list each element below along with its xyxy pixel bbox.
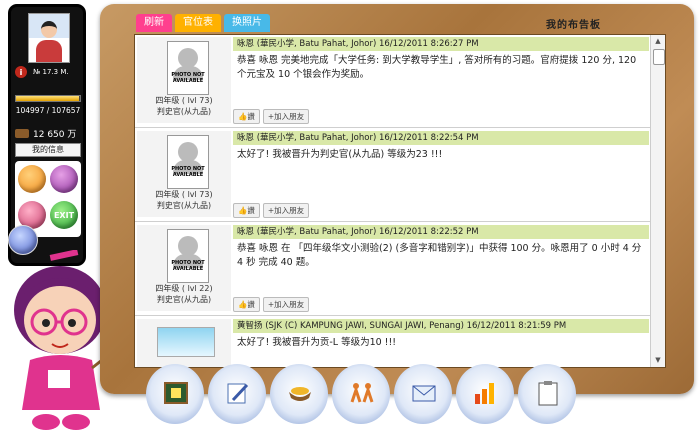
bar-chart-icon (475, 383, 494, 404)
post-body: 太好了! 我被晋升为判史官(从九品) 等级为23 !!! (237, 149, 443, 160)
post-body: 太好了! 我被晋升为贡-L 等级为10 !!! (237, 337, 397, 348)
post-feed: PHOTO NOT AVAILABLE 四年级 ( lvl 73) 判史官(从九… (135, 35, 651, 367)
dock-friends[interactable] (332, 364, 390, 424)
board-tabs: 刷新 官位表 换照片 (136, 14, 270, 32)
like-button[interactable]: 👍讚 (233, 109, 260, 124)
post-header: 黄智扬 (SJK (C) KAMPUNG JAWI, SUNGAI JAWI, … (233, 319, 649, 333)
my-info-button[interactable]: 我的信息 (15, 143, 81, 157)
dock-statistics[interactable] (456, 364, 514, 424)
post: 黄智扬 (SJK (C) KAMPUNG JAWI, SUNGAI JAWI, … (135, 317, 651, 367)
info-row: i № 17.3 M. (15, 65, 83, 79)
post: PHOTO NOT AVAILABLE 四年级 ( lvl 73) 判史官(从九… (135, 129, 651, 222)
dock-write[interactable] (208, 364, 266, 424)
bottom-dock (146, 364, 576, 424)
author-rank: 判史官(从九品) (156, 201, 212, 210)
mascot-shoe-right (62, 414, 90, 430)
feed-scrollbar[interactable]: ▲ ▼ (650, 35, 665, 367)
gold-ingot-icon (289, 387, 311, 401)
post-author: PHOTO NOT AVAILABLE 四年级 ( lvl 22) 判史官(从九… (137, 225, 231, 311)
post-author: PHOTO NOT AVAILABLE 四年级 ( lvl 73) 判史官(从九… (137, 131, 231, 217)
info-icon[interactable]: i (15, 66, 27, 78)
photo-placeholder-text: PHOTO NOT AVAILABLE (171, 260, 205, 272)
experience-fill (16, 96, 79, 101)
post-header: 咏恩 (華民小学, Batu Pahat, Johor) 16/12/2011 … (233, 131, 649, 145)
points-text: 104997 / 107657 (15, 106, 81, 115)
author-picture[interactable] (157, 327, 215, 357)
post-header: 咏恩 (華民小学, Batu Pahat, Johor) 16/12/2011 … (233, 37, 649, 51)
photo-placeholder[interactable]: PHOTO NOT AVAILABLE (167, 41, 209, 95)
treasure-chest-icon (15, 128, 29, 138)
mascot-shoe-left (32, 414, 60, 430)
rank-text: № 17.3 M. (33, 68, 69, 76)
dock-notice-board[interactable] (146, 364, 204, 424)
photo-placeholder-text: PHOTO NOT AVAILABLE (171, 166, 205, 178)
post-body: 恭喜 咏恩 完美地完成「大学任务: 到大学教导学生」, 答对所有的习题。官府提拨… (237, 55, 637, 80)
photo-placeholder[interactable]: PHOTO NOT AVAILABLE (167, 135, 209, 189)
dock-mail[interactable] (394, 364, 452, 424)
post-actions: 👍讚 +加入朋友 (233, 297, 310, 312)
post: PHOTO NOT AVAILABLE 四年级 ( lvl 73) 判史官(从九… (135, 35, 651, 128)
like-button[interactable]: 👍讚 (233, 203, 260, 218)
dock-treasure[interactable] (270, 364, 328, 424)
scroll-thumb[interactable] (653, 49, 665, 65)
post-author: PHOTO NOT AVAILABLE 四年级 ( lvl 73) 判史官(从九… (137, 37, 231, 123)
silhouette-icon (178, 236, 198, 256)
mascot-badge (48, 370, 70, 388)
notice-board-icon (164, 382, 188, 404)
add-friend-button[interactable]: +加入朋友 (262, 203, 310, 218)
mascot-eye-right (68, 319, 76, 327)
board-content: PHOTO NOT AVAILABLE 四年级 ( lvl 73) 判史官(从九… (134, 34, 666, 368)
author-rank: 判史官(从九品) (156, 295, 212, 304)
add-friend-button[interactable]: +加入朋友 (262, 297, 310, 312)
user-avatar[interactable] (28, 13, 70, 63)
post-author (137, 319, 231, 367)
tab-change-photo[interactable]: 换照片 (224, 14, 270, 32)
mail-icon (412, 385, 436, 402)
money-row: 12 650 万 (15, 127, 83, 140)
author-rank: 判史官(从九品) (156, 107, 212, 116)
silhouette-icon (178, 48, 198, 68)
post: PHOTO NOT AVAILABLE 四年级 ( lvl 22) 判史官(从九… (135, 223, 651, 316)
post-header: 咏恩 (華民小学, Batu Pahat, Johor) 16/12/2011 … (233, 225, 649, 239)
add-friend-button[interactable]: +加入朋友 (262, 109, 310, 124)
avatar-shirt (36, 40, 62, 62)
post-body: 恭喜 咏恩 在 「四年级华文小测验(2) (多音字和错别字)」中获得 100 分… (237, 243, 642, 268)
board-title: 我的布告板 (546, 20, 601, 31)
map-icon[interactable] (18, 165, 46, 193)
photo-placeholder-text: PHOTO NOT AVAILABLE (171, 72, 205, 84)
exit-icon[interactable]: EXIT (50, 201, 78, 229)
scroll-up-icon[interactable]: ▲ (652, 36, 664, 47)
author-level: 四年级 ( lvl 22) (155, 284, 213, 293)
people-icon (350, 383, 374, 403)
mascot-eye-left (42, 319, 50, 327)
silhouette-icon (178, 142, 198, 162)
tab-rank-table[interactable]: 官位表 (175, 14, 221, 32)
experience-bar (15, 95, 81, 102)
pencil-icon (227, 383, 249, 404)
author-level: 四年级 ( lvl 73) (155, 190, 213, 199)
bulletin-board: 刷新 官位表 换照片 我的布告板 PHOTO NOT AVAILABLE 四年级… (100, 4, 694, 394)
author-level: 四年级 ( lvl 73) (155, 96, 213, 105)
post-actions: 👍讚 +加入朋友 (233, 203, 310, 218)
dock-clipboard[interactable] (518, 364, 576, 424)
tab-refresh[interactable]: 刷新 (136, 14, 172, 32)
mascot-hat (49, 250, 79, 261)
photo-placeholder[interactable]: PHOTO NOT AVAILABLE (167, 229, 209, 283)
post-actions: 👍讚 +加入朋友 (233, 109, 310, 124)
avatar-head (41, 21, 57, 38)
money-text: 12 650 万 (33, 129, 77, 140)
like-button[interactable]: 👍讚 (233, 297, 260, 312)
speaker-icon[interactable] (50, 165, 78, 193)
scroll-down-icon[interactable]: ▼ (652, 355, 664, 366)
clipboard-icon (538, 381, 558, 406)
